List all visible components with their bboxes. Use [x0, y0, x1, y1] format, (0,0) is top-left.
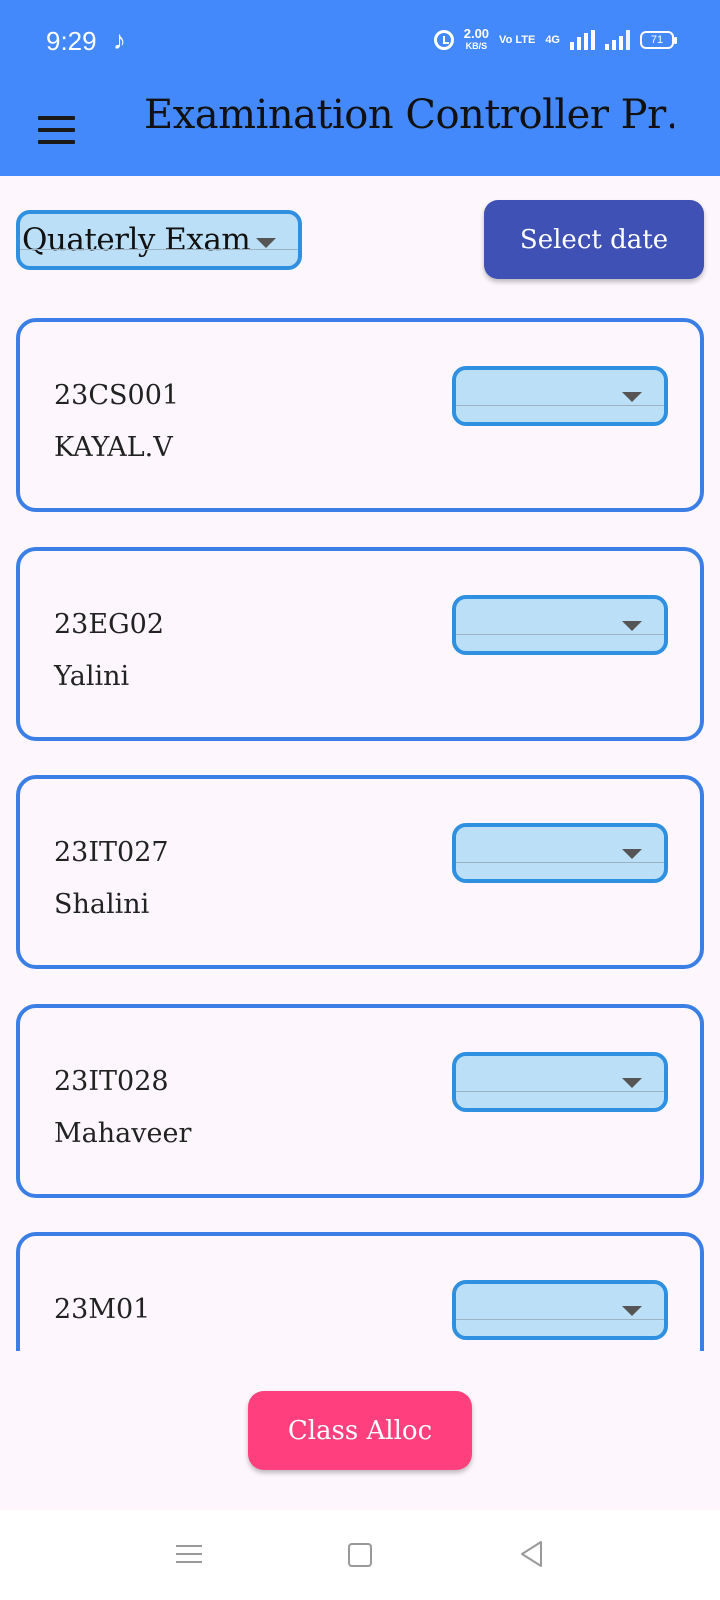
student-card: 23M01: [16, 1232, 704, 1351]
network-speed-value: 2.00: [463, 26, 490, 41]
student-name: Mahaveer: [54, 1118, 192, 1149]
dropdown-underline: [20, 249, 298, 250]
exam-type-dropdown[interactable]: Quaterly Exam: [16, 210, 302, 270]
hall-allocation-dropdown[interactable]: [452, 1280, 668, 1340]
alarm-icon: [433, 30, 454, 50]
student-name: Shalini: [54, 889, 150, 920]
network-speed-unit: KB/S: [465, 41, 488, 51]
hall-allocation-dropdown[interactable]: [452, 595, 668, 655]
status-icons: 2.00 KB/S Vo LTE 4G 71: [433, 26, 677, 52]
triangle-down-icon: [622, 621, 642, 631]
triangle-down-icon: [622, 849, 642, 859]
nav-menu-icon[interactable]: [176, 1543, 202, 1565]
class-alloc-button[interactable]: Class Alloc: [248, 1391, 472, 1470]
student-card: 23IT027 Shalini: [16, 775, 704, 969]
triangle-down-icon: [622, 1306, 642, 1316]
status-time: 9:29: [46, 26, 97, 56]
student-card: 23CS001 KAYAL.V: [16, 318, 704, 512]
exam-type-selected-value: Quaterly Exam: [22, 222, 251, 258]
triangle-down-icon: [622, 1078, 642, 1088]
dropdown-underline: [456, 634, 664, 635]
signal-strength-icon: [570, 30, 595, 50]
student-card: 23IT028 Mahaveer: [16, 1004, 704, 1198]
network-type: 4G: [545, 34, 560, 46]
hall-allocation-dropdown[interactable]: [452, 823, 668, 883]
student-id: 23CS001: [54, 380, 180, 411]
triangle-back-icon[interactable]: [517, 1539, 547, 1569]
student-list[interactable]: 23CS001 KAYAL.V 23EG02 Yalini 23IT027 Sh…: [0, 318, 720, 1351]
hamburger-menu-icon[interactable]: [38, 110, 76, 152]
status-bar: 9:29 ♪ 2.00 KB/S Vo LTE 4G 71: [0, 0, 720, 88]
triangle-down-icon: [622, 392, 642, 402]
music-note-icon: ♪: [113, 25, 126, 55]
hall-allocation-dropdown[interactable]: [452, 366, 668, 426]
select-date-button[interactable]: Select date: [484, 200, 704, 279]
student-name: Yalini: [54, 661, 130, 692]
dropdown-underline: [456, 1091, 664, 1092]
page-title: Examination Controller Pr…: [144, 92, 674, 138]
student-id: 23IT027: [54, 837, 169, 868]
student-id: 23M01: [54, 1294, 151, 1325]
battery-icon: 71: [640, 31, 677, 49]
student-name: KAYAL.V: [54, 432, 173, 463]
network-speed: 2.00 KB/S: [463, 26, 490, 52]
student-card: 23EG02 Yalini: [16, 547, 704, 741]
hall-allocation-dropdown[interactable]: [452, 1052, 668, 1112]
dropdown-underline: [456, 1319, 664, 1320]
dropdown-underline: [456, 862, 664, 863]
volte-indicator: Vo LTE: [499, 33, 536, 46]
triangle-down-icon: [256, 238, 276, 248]
system-nav-bar: [0, 1510, 720, 1600]
student-id: 23EG02: [54, 609, 164, 640]
square-home-icon[interactable]: [348, 1543, 372, 1567]
signal-strength-icon-sim2: [605, 30, 630, 50]
student-id: 23IT028: [54, 1066, 169, 1097]
dropdown-underline: [456, 405, 664, 406]
